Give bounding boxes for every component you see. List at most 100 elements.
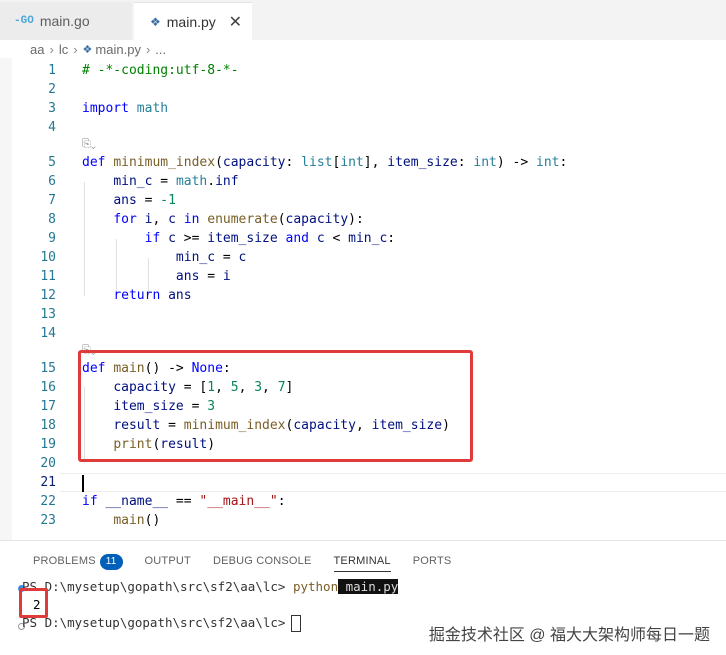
editor-tab-bar: -GO main.go ❖ main.py ✕ xyxy=(0,0,726,41)
variable: c xyxy=(168,231,176,246)
variable: min_c xyxy=(348,231,388,246)
tab-terminal[interactable]: TERMINAL xyxy=(333,551,391,572)
line-number: 4 xyxy=(48,120,56,135)
tab-label: OUTPUT xyxy=(144,555,191,567)
variable: c xyxy=(168,212,176,227)
terminal-selection: main.py xyxy=(338,579,399,594)
line-number: 9 xyxy=(48,231,56,246)
breadcrumb-item[interactable]: main.py xyxy=(95,42,141,57)
breadcrumb-item[interactable]: ... xyxy=(155,42,166,57)
watermark: 掘金技术社区 @ 福大大架构师每日一题 xyxy=(428,627,710,644)
terminal-cursor xyxy=(291,615,302,632)
type: int xyxy=(473,155,497,170)
line-number: 16 xyxy=(40,380,56,395)
line-number: 17 xyxy=(40,399,56,414)
terminal-prompt: PS D:\mysetup\gopath\src\sf2\aa\lc> xyxy=(22,615,286,630)
variable: min_c xyxy=(113,174,153,189)
tab-label: main.go xyxy=(39,13,90,29)
terminal-command: python xyxy=(292,579,339,594)
param: item_size xyxy=(387,155,458,170)
type: int xyxy=(340,155,364,170)
tab-label: TERMINAL xyxy=(333,555,391,567)
code-line-5: def minimum_index(capacity: list[int], i… xyxy=(82,155,568,170)
variable: i xyxy=(222,269,231,284)
terminal-argument: main.py xyxy=(345,579,399,594)
line-number: 13 xyxy=(40,307,56,322)
line-number: 15 xyxy=(40,361,56,376)
param: capacity xyxy=(222,155,286,170)
tab-label: PORTS xyxy=(412,555,452,567)
code-line-6: min_c = math.inf xyxy=(113,174,239,189)
module: math xyxy=(136,101,169,116)
tab-label: PROBLEMS xyxy=(33,555,96,567)
tab-main-go[interactable]: -GO main.go xyxy=(0,2,132,40)
keyword: def xyxy=(82,155,106,170)
code-line-9: if c >= item_size and c < min_c: xyxy=(144,231,396,246)
function-name: minimum_index xyxy=(113,155,216,170)
python-file-icon: ❖ xyxy=(82,43,93,56)
variable: i xyxy=(144,212,153,227)
code-line-3: import math xyxy=(82,101,168,116)
line-number: 21 xyxy=(40,475,56,490)
comment: # -*-coding:utf-8-*- xyxy=(82,63,239,78)
code-line-1: # -*-coding:utf-8-*- xyxy=(82,63,239,78)
variable: c xyxy=(238,250,247,265)
tab-label: main.py xyxy=(166,14,216,30)
tab-main-py[interactable]: ❖ main.py ✕ xyxy=(134,2,252,41)
tab-ports[interactable]: PORTS xyxy=(413,551,452,571)
python-file-icon: ❖ xyxy=(150,15,161,29)
keyword: for xyxy=(113,212,137,227)
variable: ans xyxy=(113,193,137,208)
line-number: 5 xyxy=(48,155,56,170)
variable: item_size xyxy=(207,231,278,246)
breadcrumb: aa › lc › ❖ main.py › ... xyxy=(0,40,726,58)
breadcrumb-item[interactable]: lc xyxy=(59,42,68,57)
line-number: 10 xyxy=(40,250,56,265)
code-line-23: main() xyxy=(113,513,161,528)
close-icon[interactable]: ✕ xyxy=(229,12,242,32)
chevron-right-icon: › xyxy=(145,41,151,57)
keyword: return xyxy=(113,288,161,303)
line-number: 1 xyxy=(48,63,56,78)
terminal-line-3: PS D:\mysetup\gopath\src\sf2\aa\lc> xyxy=(22,615,302,632)
variable: capacity xyxy=(285,212,349,227)
chevron-right-icon: › xyxy=(49,41,54,57)
number: -1 xyxy=(160,193,176,208)
text-caret xyxy=(82,475,84,492)
terminal-output: 2 xyxy=(33,597,41,612)
type: int xyxy=(536,155,560,170)
code-line-8: for i, c in enumerate(capacity): xyxy=(113,212,364,227)
tab-debug-console[interactable]: DEBUG CONSOLE xyxy=(213,551,312,571)
variable: c xyxy=(316,231,325,246)
function-name: enumerate xyxy=(207,212,278,227)
line-number: 12 xyxy=(40,288,56,303)
keyword: in xyxy=(183,212,200,227)
tab-output[interactable]: OUTPUT xyxy=(145,551,191,571)
chevron-right-icon: › xyxy=(73,41,78,57)
line-number: 7 xyxy=(48,193,56,208)
tab-problems[interactable]: PROBLEMS 11 xyxy=(33,551,123,571)
keyword: if xyxy=(82,494,98,509)
current-line-highlight xyxy=(60,473,726,492)
function-name: main xyxy=(113,513,145,528)
panel-tabs: PROBLEMS 11 OUTPUT DEBUG CONSOLE TERMINAL… xyxy=(33,551,473,572)
line-number: 3 xyxy=(48,101,56,116)
tab-label: DEBUG CONSOLE xyxy=(212,555,312,567)
go-file-icon: -GO xyxy=(14,15,34,27)
keyword: if xyxy=(144,231,161,246)
problems-count-badge: 11 xyxy=(99,554,123,570)
type: list xyxy=(301,155,333,170)
line-number: 20 xyxy=(40,456,56,471)
string: "__main__" xyxy=(199,494,278,509)
code-line-22: if __name__ == "__main__": xyxy=(82,494,286,509)
code-lens-icon[interactable]: ⎘⌄ xyxy=(82,138,96,151)
line-number: 23 xyxy=(40,513,56,528)
line-number: 11 xyxy=(40,269,56,284)
breadcrumb-item[interactable]: aa xyxy=(30,42,44,57)
line-number: 18 xyxy=(40,418,56,433)
attribute: inf xyxy=(215,174,239,189)
line-number: 22 xyxy=(40,494,56,509)
variable: min_c xyxy=(175,250,216,265)
module: math xyxy=(175,174,208,189)
line-number: 14 xyxy=(40,326,56,341)
